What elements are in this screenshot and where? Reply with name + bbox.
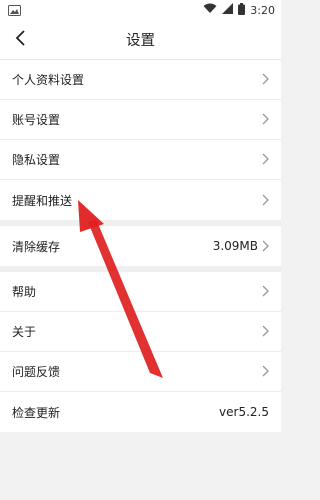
nav-bar: 设置 — [0, 20, 281, 60]
status-right: 3:20 — [203, 2, 275, 18]
status-bar: 3:20 — [0, 0, 281, 20]
settings-item-label: 提醒和推送 — [12, 193, 73, 208]
settings-item-label: 问题反馈 — [12, 365, 61, 379]
chevron-right-icon — [262, 110, 269, 129]
settings-item-privacy[interactable]: 隐私设置 — [0, 140, 281, 180]
battery-icon — [238, 2, 246, 18]
settings-item-about[interactable]: 关于 — [0, 312, 281, 352]
settings-item-label: 帮助 — [12, 285, 37, 299]
settings-item-clear-cache[interactable]: 清除缓存 3.09MB — [0, 226, 281, 266]
settings-item-label: 检查更新 — [12, 405, 61, 420]
settings-group-account: 个人资料设置 账号设置 隐私设置 提醒和推送 — [0, 60, 281, 220]
wifi-icon — [203, 3, 217, 17]
settings-item-label: 隐私设置 — [12, 153, 61, 167]
signal-icon — [222, 3, 234, 17]
chevron-right-icon — [262, 322, 269, 341]
settings-group-cache: 清除缓存 3.09MB — [0, 226, 281, 266]
settings-item-notifications[interactable]: 提醒和推送 — [0, 180, 281, 220]
settings-item-feedback[interactable]: 问题反馈 — [0, 352, 281, 392]
chevron-right-icon — [262, 282, 269, 301]
row-right — [262, 322, 269, 341]
settings-group-about: 帮助 关于 问题反馈 检查更新 ver5.2.5 — [0, 272, 281, 432]
settings-item-label: 个人资料设置 — [12, 73, 85, 87]
page-title: 设置 — [126, 33, 155, 49]
row-right: 3.09MB — [213, 237, 269, 256]
chevron-right-icon — [262, 191, 269, 210]
row-right — [262, 282, 269, 301]
settings-item-profile[interactable]: 个人资料设置 — [0, 60, 281, 100]
settings-item-account[interactable]: 账号设置 — [0, 100, 281, 140]
status-time: 3:20 — [250, 3, 275, 17]
row-right — [262, 362, 269, 381]
chevron-left-icon — [15, 30, 27, 50]
settings-item-check-update[interactable]: 检查更新 ver5.2.5 — [0, 392, 281, 432]
settings-item-label: 账号设置 — [12, 113, 61, 127]
settings-item-help[interactable]: 帮助 — [0, 272, 281, 312]
cache-size-value: 3.09MB — [212, 239, 258, 253]
chevron-right-icon — [262, 70, 269, 89]
chevron-right-icon — [262, 362, 269, 381]
image-icon — [8, 1, 21, 20]
row-right — [262, 150, 269, 169]
status-left — [8, 1, 21, 20]
settings-item-label: 关于 — [12, 325, 37, 339]
settings-item-label: 清除缓存 — [12, 239, 61, 254]
row-right — [262, 191, 269, 210]
chevron-right-icon — [262, 150, 269, 169]
row-right — [262, 110, 269, 129]
version-value: ver5.2.5 — [219, 405, 269, 419]
chevron-right-icon — [262, 237, 269, 256]
row-right — [262, 70, 269, 89]
back-button[interactable] — [6, 25, 36, 55]
row-right: ver5.2.5 — [219, 405, 269, 419]
